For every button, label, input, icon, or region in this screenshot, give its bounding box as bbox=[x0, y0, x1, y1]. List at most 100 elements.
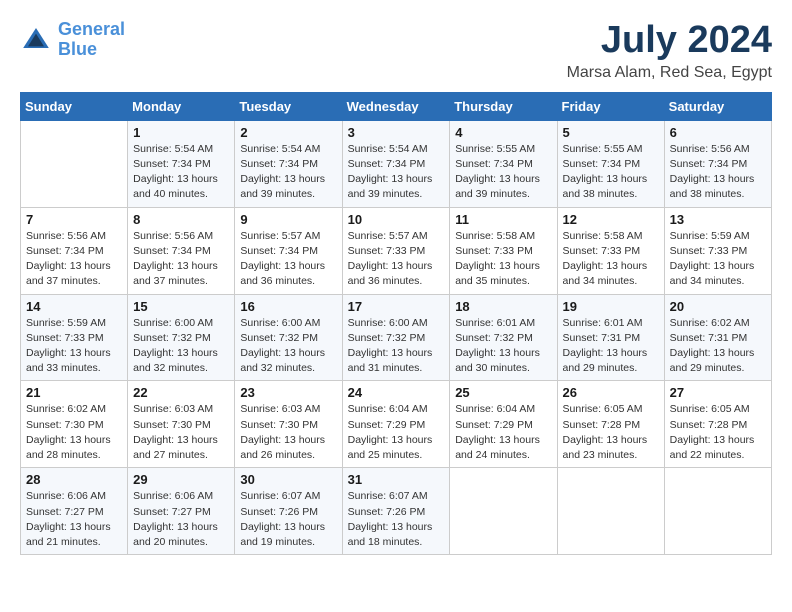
cell-w1-d1 bbox=[21, 120, 128, 207]
cell-w4-d6: 26 Sunrise: 6:05 AM Sunset: 7:28 PM Dayli… bbox=[557, 381, 664, 468]
cell-w4-d3: 23 Sunrise: 6:03 AM Sunset: 7:30 PM Dayli… bbox=[235, 381, 342, 468]
day-info: Sunrise: 6:00 AM Sunset: 7:32 PM Dayligh… bbox=[348, 316, 445, 377]
cell-w5-d4: 31 Sunrise: 6:07 AM Sunset: 7:26 PM Dayli… bbox=[342, 468, 450, 555]
day-number: 14 bbox=[26, 299, 122, 314]
month-title: July 2024 bbox=[567, 20, 772, 62]
day-info: Sunrise: 5:54 AM Sunset: 7:34 PM Dayligh… bbox=[133, 142, 229, 203]
day-number: 10 bbox=[348, 212, 445, 227]
cell-w2-d1: 7Sunrise: 5:56 AM Sunset: 7:34 PM Daylig… bbox=[21, 207, 128, 294]
cell-w3-d2: 15 Sunrise: 6:00 AM Sunset: 7:32 PM Dayli… bbox=[128, 294, 235, 381]
day-info: Sunrise: 6:07 AM Sunset: 7:26 PM Dayligh… bbox=[348, 489, 445, 550]
day-info: Sunrise: 6:04 AM Sunset: 7:29 PM Dayligh… bbox=[455, 402, 551, 463]
page-header: General Blue July 2024 Marsa Alam, Red S… bbox=[20, 20, 772, 82]
day-info: Sunrise: 6:04 AM Sunset: 7:29 PM Dayligh… bbox=[348, 402, 445, 463]
logo-text: General Blue bbox=[58, 20, 125, 60]
cell-w3-d5: 18Sunrise: 6:01 AM Sunset: 7:32 PM Dayli… bbox=[450, 294, 557, 381]
cell-w5-d2: 29 Sunrise: 6:06 AM Sunset: 7:27 PM Dayli… bbox=[128, 468, 235, 555]
day-info: Sunrise: 5:59 AM Sunset: 7:33 PM Dayligh… bbox=[26, 316, 122, 377]
header-sunday: Sunday bbox=[21, 92, 128, 120]
cell-w5-d7 bbox=[664, 468, 771, 555]
calendar-table: SundayMondayTuesdayWednesdayThursdayFrid… bbox=[20, 92, 772, 555]
day-info: Sunrise: 6:06 AM Sunset: 7:27 PM Dayligh… bbox=[133, 489, 229, 550]
day-info: Sunrise: 5:58 AM Sunset: 7:33 PM Dayligh… bbox=[563, 229, 659, 290]
day-info: Sunrise: 6:07 AM Sunset: 7:26 PM Dayligh… bbox=[240, 489, 336, 550]
cell-w3-d4: 17 Sunrise: 6:00 AM Sunset: 7:32 PM Dayli… bbox=[342, 294, 450, 381]
day-number: 28 bbox=[26, 472, 122, 487]
location: Marsa Alam, Red Sea, Egypt bbox=[567, 64, 772, 82]
cell-w1-d6: 5 Sunrise: 5:55 AM Sunset: 7:34 PM Daylig… bbox=[557, 120, 664, 207]
day-number: 13 bbox=[670, 212, 766, 227]
day-number: 12 bbox=[563, 212, 659, 227]
day-info: Sunrise: 5:55 AM Sunset: 7:34 PM Dayligh… bbox=[563, 142, 659, 203]
cell-w4-d2: 22 Sunrise: 6:03 AM Sunset: 7:30 PM Dayli… bbox=[128, 381, 235, 468]
cell-w4-d1: 21 Sunrise: 6:02 AM Sunset: 7:30 PM Dayli… bbox=[21, 381, 128, 468]
title-block: July 2024 Marsa Alam, Red Sea, Egypt bbox=[567, 20, 772, 82]
day-info: Sunrise: 5:59 AM Sunset: 7:33 PM Dayligh… bbox=[670, 229, 766, 290]
day-number: 15 bbox=[133, 299, 229, 314]
day-info: Sunrise: 6:01 AM Sunset: 7:32 PM Dayligh… bbox=[455, 316, 551, 377]
week-row-5: 28 Sunrise: 6:06 AM Sunset: 7:27 PM Dayli… bbox=[21, 468, 772, 555]
cell-w2-d5: 11 Sunrise: 5:58 AM Sunset: 7:33 PM Dayli… bbox=[450, 207, 557, 294]
day-number: 16 bbox=[240, 299, 336, 314]
day-info: Sunrise: 6:06 AM Sunset: 7:27 PM Dayligh… bbox=[26, 489, 122, 550]
logo: General Blue bbox=[20, 20, 125, 60]
day-info: Sunrise: 6:00 AM Sunset: 7:32 PM Dayligh… bbox=[240, 316, 336, 377]
day-number: 30 bbox=[240, 472, 336, 487]
cell-w1-d3: 2Sunrise: 5:54 AM Sunset: 7:34 PM Daylig… bbox=[235, 120, 342, 207]
day-info: Sunrise: 5:55 AM Sunset: 7:34 PM Dayligh… bbox=[455, 142, 551, 203]
header-monday: Monday bbox=[128, 92, 235, 120]
day-info: Sunrise: 5:54 AM Sunset: 7:34 PM Dayligh… bbox=[348, 142, 445, 203]
day-number: 29 bbox=[133, 472, 229, 487]
day-number: 11 bbox=[455, 212, 551, 227]
day-number: 26 bbox=[563, 385, 659, 400]
day-info: Sunrise: 5:56 AM Sunset: 7:34 PM Dayligh… bbox=[133, 229, 229, 290]
header-wednesday: Wednesday bbox=[342, 92, 450, 120]
cell-w5-d6 bbox=[557, 468, 664, 555]
day-info: Sunrise: 5:57 AM Sunset: 7:33 PM Dayligh… bbox=[348, 229, 445, 290]
day-info: Sunrise: 6:02 AM Sunset: 7:30 PM Dayligh… bbox=[26, 402, 122, 463]
day-number: 5 bbox=[563, 125, 659, 140]
day-info: Sunrise: 5:57 AM Sunset: 7:34 PM Dayligh… bbox=[240, 229, 336, 290]
cell-w5-d5 bbox=[450, 468, 557, 555]
cell-w3-d3: 16 Sunrise: 6:00 AM Sunset: 7:32 PM Dayli… bbox=[235, 294, 342, 381]
cell-w5-d3: 30 Sunrise: 6:07 AM Sunset: 7:26 PM Dayli… bbox=[235, 468, 342, 555]
day-number: 9 bbox=[240, 212, 336, 227]
calendar-header-row: SundayMondayTuesdayWednesdayThursdayFrid… bbox=[21, 92, 772, 120]
day-number: 8 bbox=[133, 212, 229, 227]
day-number: 25 bbox=[455, 385, 551, 400]
day-number: 23 bbox=[240, 385, 336, 400]
header-thursday: Thursday bbox=[450, 92, 557, 120]
cell-w1-d2: 1 Sunrise: 5:54 AM Sunset: 7:34 PM Daylig… bbox=[128, 120, 235, 207]
day-number: 21 bbox=[26, 385, 122, 400]
day-number: 31 bbox=[348, 472, 445, 487]
day-number: 22 bbox=[133, 385, 229, 400]
logo-general: General bbox=[58, 19, 125, 39]
day-info: Sunrise: 6:03 AM Sunset: 7:30 PM Dayligh… bbox=[240, 402, 336, 463]
day-info: Sunrise: 6:05 AM Sunset: 7:28 PM Dayligh… bbox=[563, 402, 659, 463]
cell-w2-d7: 13 Sunrise: 5:59 AM Sunset: 7:33 PM Dayli… bbox=[664, 207, 771, 294]
day-info: Sunrise: 6:03 AM Sunset: 7:30 PM Dayligh… bbox=[133, 402, 229, 463]
day-info: Sunrise: 5:56 AM Sunset: 7:34 PM Dayligh… bbox=[670, 142, 766, 203]
day-info: Sunrise: 6:01 AM Sunset: 7:31 PM Dayligh… bbox=[563, 316, 659, 377]
day-number: 20 bbox=[670, 299, 766, 314]
cell-w4-d4: 24 Sunrise: 6:04 AM Sunset: 7:29 PM Dayli… bbox=[342, 381, 450, 468]
day-number: 7 bbox=[26, 212, 122, 227]
day-number: 1 bbox=[133, 125, 229, 140]
cell-w2-d6: 12 Sunrise: 5:58 AM Sunset: 7:33 PM Dayli… bbox=[557, 207, 664, 294]
cell-w3-d6: 19 Sunrise: 6:01 AM Sunset: 7:31 PM Dayli… bbox=[557, 294, 664, 381]
cell-w2-d2: 8 Sunrise: 5:56 AM Sunset: 7:34 PM Daylig… bbox=[128, 207, 235, 294]
cell-w2-d3: 9 Sunrise: 5:57 AM Sunset: 7:34 PM Daylig… bbox=[235, 207, 342, 294]
day-info: Sunrise: 6:00 AM Sunset: 7:32 PM Dayligh… bbox=[133, 316, 229, 377]
day-number: 17 bbox=[348, 299, 445, 314]
day-number: 4 bbox=[455, 125, 551, 140]
day-number: 27 bbox=[670, 385, 766, 400]
cell-w5-d1: 28 Sunrise: 6:06 AM Sunset: 7:27 PM Dayli… bbox=[21, 468, 128, 555]
day-info: Sunrise: 5:58 AM Sunset: 7:33 PM Dayligh… bbox=[455, 229, 551, 290]
day-number: 19 bbox=[563, 299, 659, 314]
header-saturday: Saturday bbox=[664, 92, 771, 120]
cell-w1-d7: 6Sunrise: 5:56 AM Sunset: 7:34 PM Daylig… bbox=[664, 120, 771, 207]
cell-w1-d4: 3Sunrise: 5:54 AM Sunset: 7:34 PM Daylig… bbox=[342, 120, 450, 207]
day-number: 24 bbox=[348, 385, 445, 400]
logo-blue: Blue bbox=[58, 39, 97, 59]
cell-w3-d7: 20Sunrise: 6:02 AM Sunset: 7:31 PM Dayli… bbox=[664, 294, 771, 381]
